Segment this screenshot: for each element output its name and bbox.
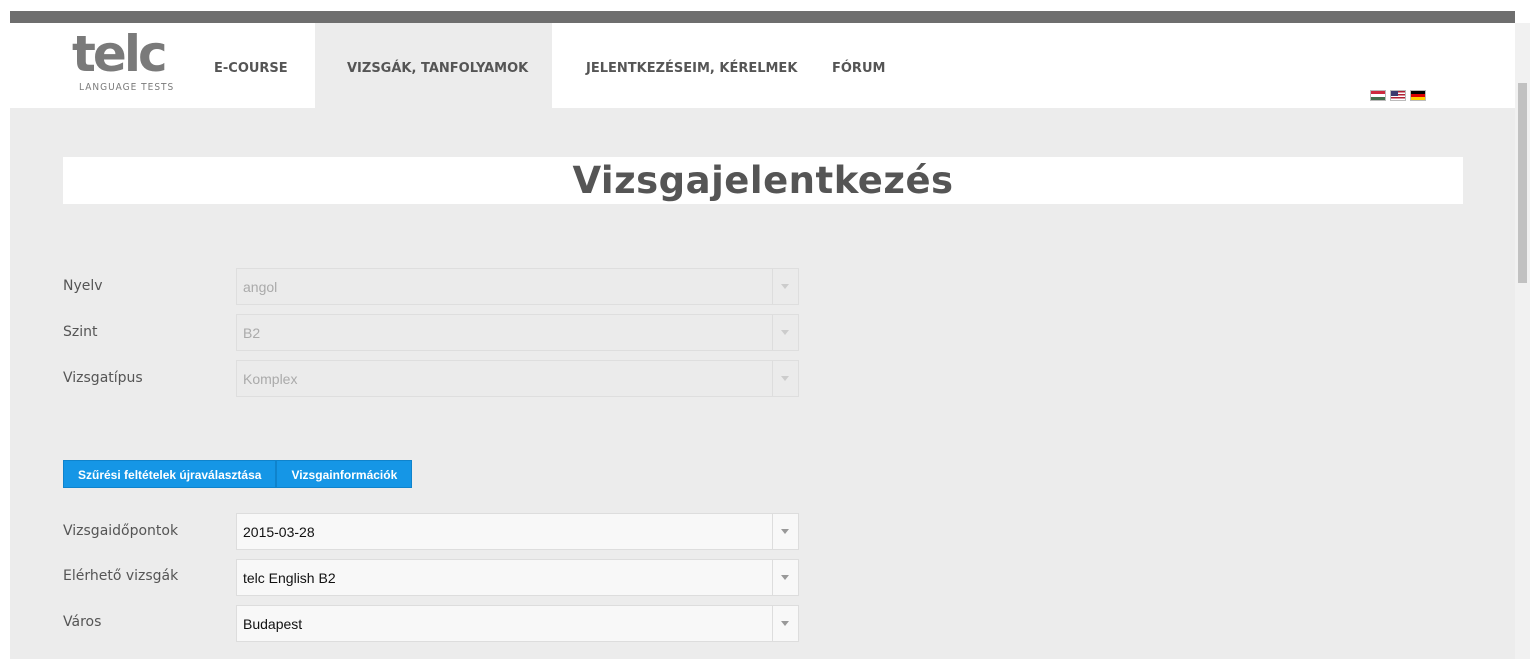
city-select[interactable]: Budapest <box>236 605 799 642</box>
city-label: Város <box>63 614 102 630</box>
exam-type-label: Vizsgatípus <box>63 370 143 386</box>
page-title: Vizsgajelentkezés <box>572 159 954 202</box>
en-flag-icon[interactable] <box>1390 90 1406 101</box>
exam-type-select-toggle <box>772 361 798 396</box>
site-header: telc LANGUAGE TESTS E-COURSE VIZSGÁK, TA… <box>10 23 1515 108</box>
exam-dates-select-toggle[interactable] <box>772 514 798 549</box>
available-exams-select[interactable]: telc English B2 <box>236 559 799 596</box>
city-select-toggle[interactable] <box>772 606 798 641</box>
top-bar <box>0 0 1530 23</box>
title-banner: Vizsgajelentkezés <box>63 157 1463 204</box>
telc-logo[interactable]: telc LANGUAGE TESTS <box>72 28 202 98</box>
nav-item-exams-courses[interactable]: VIZSGÁK, TANFOLYAMOK <box>315 23 552 108</box>
nav-item-e-course[interactable]: E-COURSE <box>196 23 315 108</box>
chevron-down-icon <box>781 575 789 580</box>
main-nav: E-COURSE VIZSGÁK, TANFOLYAMOK JELENTKEZÉ… <box>196 23 932 108</box>
available-exams-select-value: telc English B2 <box>243 570 336 586</box>
chevron-down-icon <box>781 621 789 626</box>
nav-item-forum[interactable]: FÓRUM <box>832 23 932 108</box>
language-label: Nyelv <box>63 278 103 294</box>
language-switcher <box>1370 90 1426 101</box>
de-flag-icon[interactable] <box>1410 90 1426 101</box>
chevron-down-icon <box>781 376 789 381</box>
exam-dates-select[interactable]: 2015-03-28 <box>236 513 799 550</box>
exam-dates-label: Vizsgaidőpontok <box>63 523 179 539</box>
city-select-value: Budapest <box>243 616 303 632</box>
reset-filters-button[interactable]: Szűrési feltételek újraválasztása <box>63 460 277 488</box>
language-select-toggle <box>772 269 798 304</box>
available-exams-select-toggle[interactable] <box>772 560 798 595</box>
nav-item-my-registrations[interactable]: JELENTKEZÉSEIM, KÉRELMEK <box>552 23 832 108</box>
level-select: B2 <box>236 314 799 351</box>
available-exams-label: Elérhető vizsgák <box>63 568 179 584</box>
level-label: Szint <box>63 324 98 340</box>
scrollbar-thumb[interactable] <box>1518 83 1527 283</box>
level-select-toggle <box>772 315 798 350</box>
hu-flag-icon[interactable] <box>1370 90 1386 101</box>
chevron-down-icon <box>781 529 789 534</box>
chevron-down-icon <box>781 284 789 289</box>
logo-wordmark: telc <box>72 25 168 83</box>
logo-tagline: LANGUAGE TESTS <box>79 82 175 93</box>
top-strip <box>10 11 1515 23</box>
language-select-value: angol <box>243 279 278 295</box>
chevron-down-icon <box>781 330 789 335</box>
main-content: Vizsgajelentkezés Nyelv angol Szint B2 V… <box>10 108 1515 659</box>
exam-info-button[interactable]: Vizsgainformációk <box>276 460 413 488</box>
vertical-scrollbar[interactable] <box>1515 23 1530 659</box>
exam-type-select-value: Komplex <box>243 371 298 387</box>
exam-dates-select-value: 2015-03-28 <box>243 524 315 540</box>
exam-type-select: Komplex <box>236 360 799 397</box>
level-select-value: B2 <box>243 325 261 341</box>
language-select: angol <box>236 268 799 305</box>
action-buttons: Szűrési feltételek újraválasztása Vizsga… <box>63 460 413 488</box>
